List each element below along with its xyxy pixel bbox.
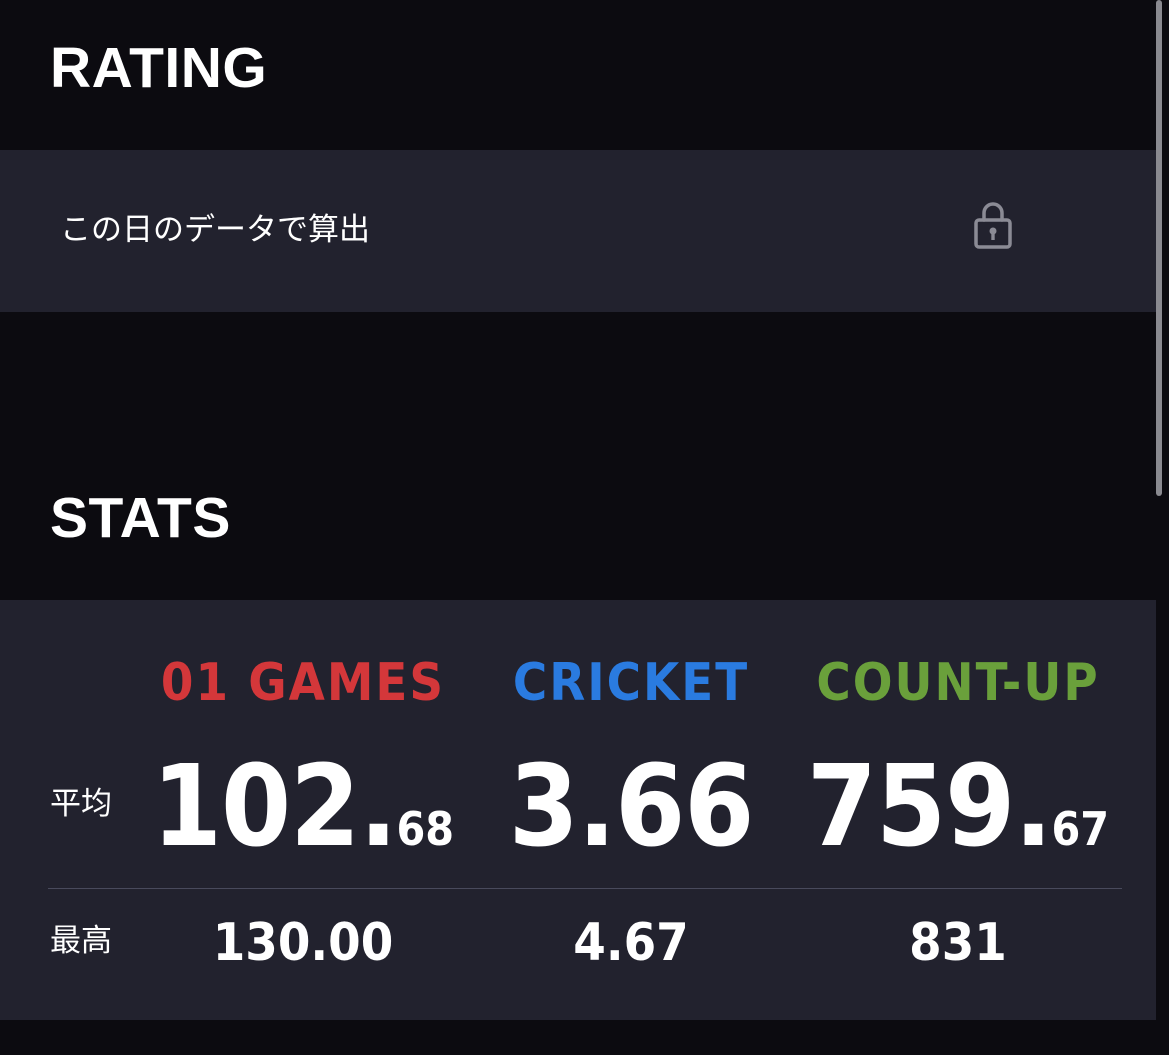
best-value-01-games: 130.00 [212, 913, 394, 973]
stats-title: STATS [50, 486, 231, 550]
average-int-cricket: 3.66 [508, 742, 755, 872]
column-header-cricket: CRICKET [512, 653, 750, 713]
average-dec-count-up: 67 [1051, 802, 1110, 856]
best-value-cricket: 4.67 [573, 913, 689, 973]
rating-row-label: この日のデータで算出 [60, 212, 370, 248]
rating-title: RATING [50, 36, 268, 100]
best-row-label: 最高 [50, 923, 112, 959]
column-header-count-up: COUNT-UP [816, 653, 1100, 713]
average-int-count-up: 759. [806, 742, 1053, 872]
lock-icon[interactable] [974, 200, 1012, 250]
best-value-count-up: 831 [909, 913, 1007, 973]
average-value-count-up: 759.67 [748, 740, 1168, 874]
average-int-01-games: 102. [151, 742, 398, 872]
stats-divider [48, 888, 1122, 889]
scrollbar[interactable] [1156, 0, 1162, 496]
column-header-01-games: 01 GAMES [160, 653, 446, 713]
